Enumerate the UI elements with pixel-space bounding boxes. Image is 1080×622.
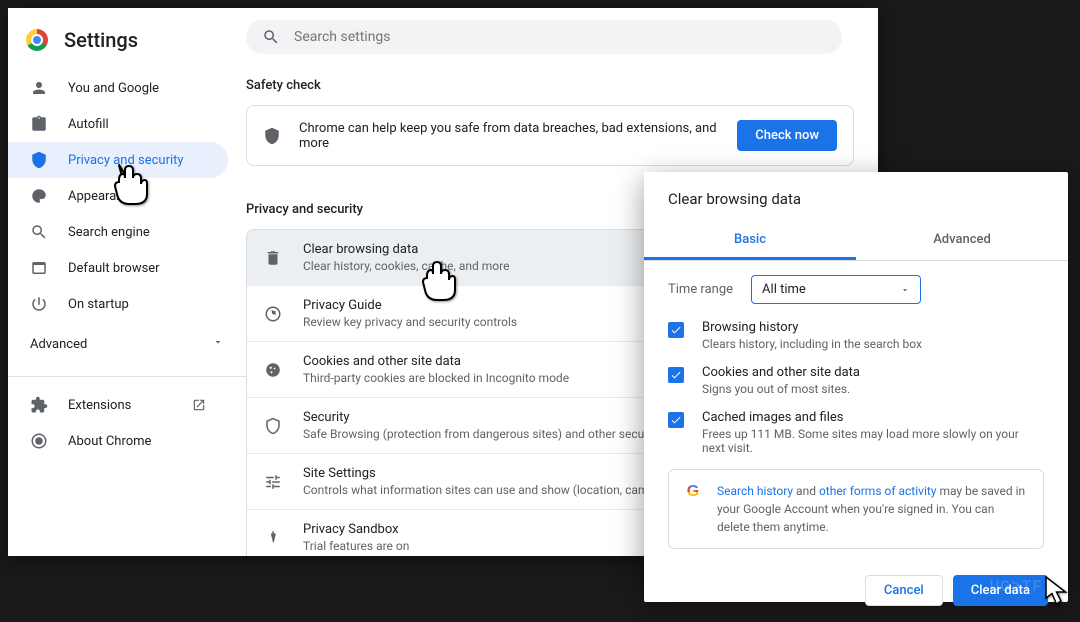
sidebar-item-label: On startup	[68, 297, 129, 312]
watermark: UG≥TFIX	[990, 578, 1064, 596]
clipboard-icon	[30, 115, 48, 133]
search-history-link[interactable]: Search history	[717, 484, 793, 498]
checkbox-browsing-history[interactable]: Browsing history Clears history, includin…	[668, 320, 1044, 351]
sidebar-item-label: Default browser	[68, 261, 160, 276]
chevron-down-icon	[212, 336, 224, 352]
header: Settings	[8, 20, 246, 70]
search-icon	[262, 28, 280, 46]
search-icon	[30, 223, 48, 241]
dialog-body: Time range All time Browsing history Clea…	[644, 261, 1068, 563]
sidebar-item-label: You and Google	[68, 81, 159, 96]
chrome-outline-icon	[30, 432, 48, 450]
dropdown-icon	[900, 285, 910, 295]
sidebar-item-privacy-security[interactable]: Privacy and security	[8, 142, 228, 178]
check-now-button[interactable]: Check now	[737, 120, 837, 151]
tab-basic[interactable]: Basic	[644, 222, 856, 260]
divider	[8, 376, 246, 377]
person-icon	[30, 79, 48, 97]
sidebar-advanced-toggle[interactable]: Advanced	[8, 322, 246, 366]
dialog-tabs: Basic Advanced	[644, 222, 1068, 261]
checkbox-icon	[668, 412, 684, 428]
sidebar-item-default-browser[interactable]: Default browser	[8, 250, 228, 286]
advanced-label: Advanced	[30, 337, 87, 352]
shield-outline-icon	[263, 417, 283, 435]
checkbox-title: Cached images and files	[702, 410, 1044, 425]
sidebar-item-label: Autofill	[68, 117, 109, 132]
page-title: Settings	[64, 28, 138, 52]
google-account-info: G Search history and other forms of acti…	[668, 469, 1044, 549]
checkbox-sub: Clears history, including in the search …	[702, 337, 1044, 351]
google-logo-icon: G	[683, 482, 703, 502]
search-input[interactable]	[294, 29, 826, 45]
checkbox-icon	[668, 367, 684, 383]
time-range-select[interactable]: All time	[751, 275, 921, 304]
clear-browsing-data-dialog: Clear browsing data Basic Advanced Time …	[644, 172, 1068, 602]
safety-check-card: Chrome can help keep you safe from data …	[246, 105, 854, 166]
sidebar-item-label: About Chrome	[68, 434, 151, 449]
browser-icon	[30, 259, 48, 277]
time-range-label: Time range	[668, 282, 733, 297]
cancel-button[interactable]: Cancel	[865, 575, 943, 606]
compass-icon	[263, 305, 283, 323]
chrome-logo-icon	[26, 29, 48, 51]
trash-icon	[263, 249, 283, 267]
info-text: Search history and other forms of activi…	[717, 482, 1029, 536]
sidebar-item-label: Search engine	[68, 225, 150, 240]
sidebar-item-label: Extensions	[68, 398, 192, 413]
time-range-value: All time	[762, 282, 806, 297]
checkbox-title: Cookies and other site data	[702, 365, 1044, 380]
checkbox-icon	[668, 322, 684, 338]
tune-icon	[263, 473, 283, 491]
sidebar-item-autofill[interactable]: Autofill	[8, 106, 228, 142]
checkbox-sub: Signs you out of most sites.	[702, 382, 1044, 396]
external-link-icon	[192, 398, 206, 412]
checkbox-cached[interactable]: Cached images and files Frees up 111 MB. …	[668, 410, 1044, 455]
extension-icon	[30, 396, 48, 414]
sidebar-item-on-startup[interactable]: On startup	[8, 286, 228, 322]
flask-icon	[263, 529, 283, 547]
safety-section-label: Safety check	[246, 78, 854, 93]
checkbox-cookies[interactable]: Cookies and other site data Signs you out…	[668, 365, 1044, 396]
sidebar-item-about-chrome[interactable]: About Chrome	[8, 423, 228, 459]
power-icon	[30, 295, 48, 313]
shield-icon	[263, 127, 281, 145]
checkbox-title: Browsing history	[702, 320, 1044, 335]
checkbox-sub: Frees up 111 MB. Some sites may load mor…	[702, 427, 1044, 455]
sidebar-item-search-engine[interactable]: Search engine	[8, 214, 228, 250]
shield-icon	[30, 151, 48, 169]
sidebar-item-label: Privacy and security	[68, 153, 184, 168]
sidebar-item-extensions[interactable]: Extensions	[8, 387, 228, 423]
sidebar-item-you-and-google[interactable]: You and Google	[8, 70, 228, 106]
safety-text: Chrome can help keep you safe from data …	[299, 121, 737, 151]
other-activity-link[interactable]: other forms of activity	[819, 484, 937, 498]
cookie-icon	[263, 361, 283, 379]
sidebar-item-appearance[interactable]: Appearance	[8, 178, 228, 214]
search-bar[interactable]	[246, 20, 842, 54]
dialog-title: Clear browsing data	[644, 172, 1068, 222]
sidebar: Settings You and Google Autofill Privacy…	[8, 8, 246, 556]
tab-advanced[interactable]: Advanced	[856, 222, 1068, 260]
sidebar-item-label: Appearance	[68, 189, 137, 204]
palette-icon	[30, 187, 48, 205]
